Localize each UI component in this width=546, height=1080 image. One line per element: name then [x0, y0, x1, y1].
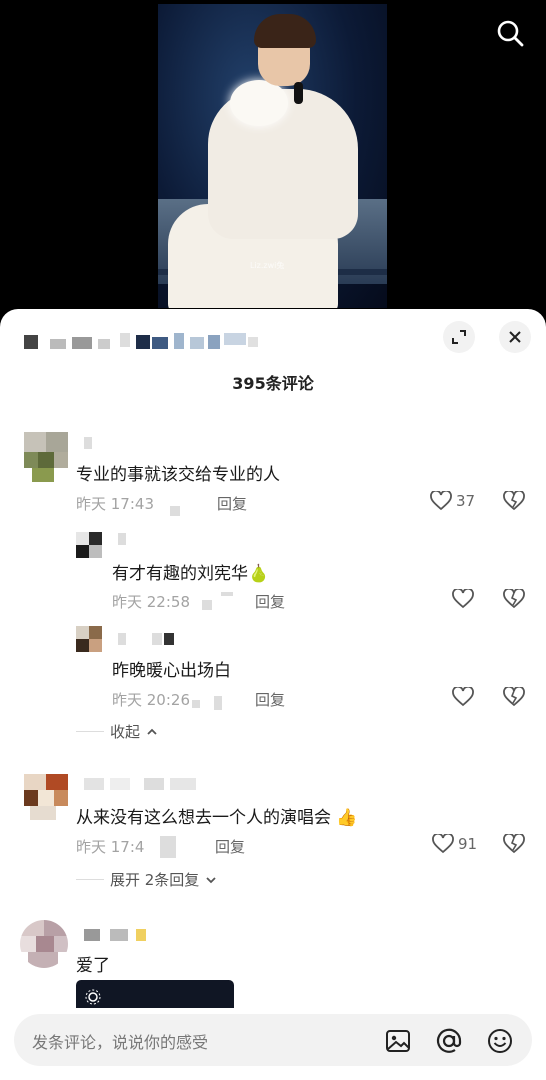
- reply-button[interactable]: 回复: [255, 689, 285, 710]
- comment-text: 有才有趣的刘宪华🍐: [112, 564, 270, 584]
- divider-line: [76, 731, 104, 732]
- emoji-button[interactable]: [486, 1027, 514, 1055]
- search-icon: [497, 20, 524, 47]
- avatar[interactable]: [76, 532, 102, 558]
- avatar[interactable]: [24, 432, 68, 482]
- feather-collar: [230, 80, 288, 126]
- commenter-name[interactable]: [84, 778, 196, 790]
- comment-text: 从来没有这么想去一个人的演唱会 👍: [76, 808, 358, 828]
- pixelated-location: [170, 506, 180, 516]
- chevron-up-icon: [147, 728, 157, 735]
- heart-icon: [452, 589, 474, 609]
- close-button[interactable]: [499, 321, 531, 353]
- broken-heart-icon: [503, 489, 525, 511]
- comment-text: 专业的事就该交给专业的人: [76, 465, 280, 485]
- comment-time: 昨天 20:26: [112, 691, 190, 709]
- reply-button[interactable]: 回复: [255, 591, 285, 612]
- video-frame[interactable]: Liz.zwi兔: [158, 4, 387, 308]
- pixelated-location: [192, 700, 200, 708]
- pixelated-location: [214, 696, 222, 710]
- comment-input-placeholder: 发条评论，说说你的感受: [32, 1033, 209, 1052]
- avatar[interactable]: [76, 626, 102, 652]
- comment-text: 昨晚暖心出场白: [112, 661, 231, 681]
- expand-label: 展开 2条回复: [110, 871, 200, 889]
- performer-hair: [254, 14, 316, 48]
- commenter-name[interactable]: [84, 929, 156, 941]
- pixelated-location: [160, 836, 176, 858]
- at-icon: [436, 1028, 462, 1053]
- comment-time: 昨天 17:43: [76, 495, 154, 513]
- comment-count: 395条评论: [232, 374, 314, 393]
- pixelated-title: [24, 329, 264, 351]
- comment-image[interactable]: [76, 980, 234, 1008]
- commenter-name[interactable]: [84, 437, 144, 449]
- close-icon: [509, 331, 521, 343]
- chevron-down-icon: [206, 876, 216, 883]
- like-count: 91: [458, 835, 478, 853]
- expand-replies-button[interactable]: 展开 2条回复: [76, 869, 217, 890]
- avatar[interactable]: [20, 920, 68, 968]
- expand-icon: [452, 330, 466, 344]
- expand-button[interactable]: [443, 321, 475, 353]
- divider-line: [76, 879, 104, 880]
- avatar[interactable]: [24, 774, 68, 820]
- comment-time: 昨天 22:58: [112, 593, 190, 611]
- like-button[interactable]: 37: [430, 491, 475, 511]
- heart-icon: [452, 687, 474, 707]
- heart-icon: [432, 834, 454, 854]
- reply-button[interactable]: 回复: [217, 493, 247, 514]
- sheet-header: [0, 309, 546, 369]
- broken-heart-icon: [503, 685, 525, 707]
- dislike-button[interactable]: [503, 489, 525, 515]
- pixelated-location: [221, 592, 233, 596]
- search-button[interactable]: [491, 14, 529, 52]
- heart-icon: [430, 491, 452, 511]
- replier-name[interactable]: [118, 533, 158, 545]
- like-button[interactable]: 91: [432, 834, 477, 854]
- collapse-label: 收起: [110, 723, 141, 741]
- broken-heart-icon: [503, 832, 525, 854]
- comment-input[interactable]: 发条评论，说说你的感受: [14, 1014, 532, 1066]
- image-icon: [386, 1030, 410, 1052]
- pixelated-location: [202, 600, 212, 610]
- emoji-icon: [488, 1029, 512, 1053]
- dislike-button[interactable]: [503, 587, 525, 613]
- image-button[interactable]: [384, 1027, 412, 1055]
- comment-text: 爱了: [76, 956, 110, 976]
- reply-button[interactable]: 回复: [215, 836, 245, 857]
- like-button[interactable]: [452, 589, 474, 609]
- like-button[interactable]: [452, 687, 474, 707]
- collapse-replies-button[interactable]: 收起: [76, 721, 158, 742]
- microphone: [294, 82, 303, 104]
- sun-icon: [85, 989, 101, 1005]
- like-count: 37: [456, 492, 476, 510]
- replier-name[interactable]: [118, 633, 174, 645]
- mention-button[interactable]: [435, 1027, 463, 1055]
- comment-time: 昨天 17:4: [76, 838, 145, 856]
- broken-heart-icon: [503, 587, 525, 609]
- video-watermark: Liz.zwi兔: [250, 261, 285, 270]
- dislike-button[interactable]: [503, 685, 525, 711]
- comment-input-bar: 发条评论，说说你的感受: [0, 1008, 546, 1080]
- video-area[interactable]: Liz.zwi兔: [0, 0, 546, 320]
- dislike-button[interactable]: [503, 832, 525, 858]
